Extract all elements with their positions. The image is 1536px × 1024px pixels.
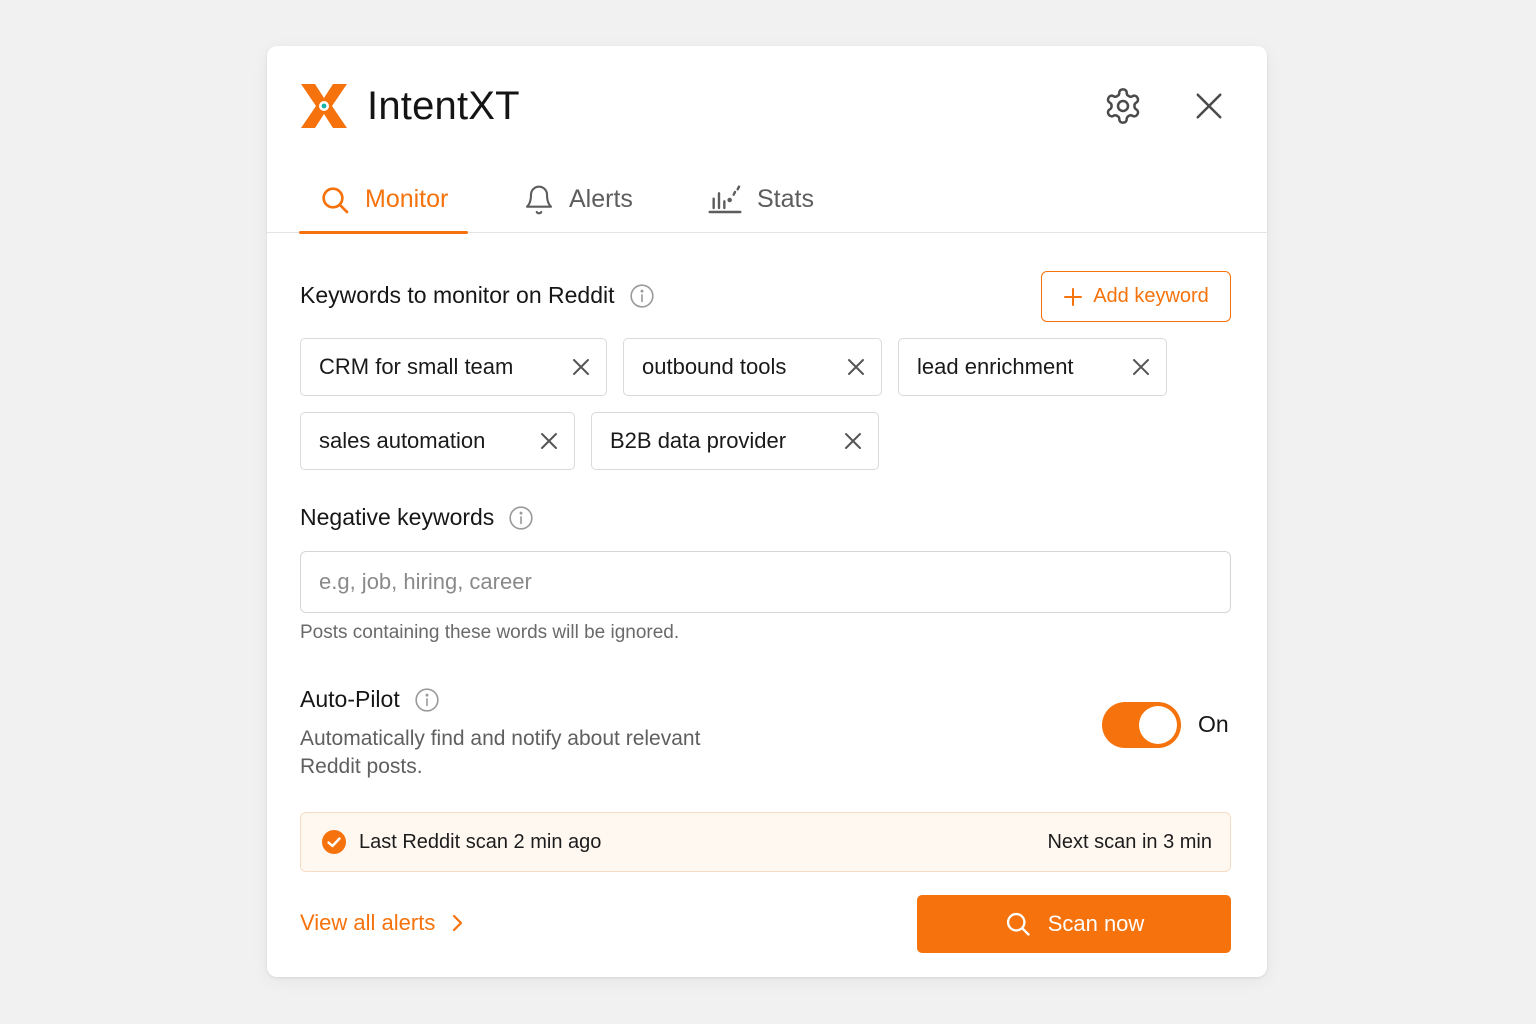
info-icon[interactable] [508,505,534,531]
tab-label: Monitor [365,185,449,213]
panel-header: IntentXT [299,78,1231,134]
tab-bar: Monitor Alerts Stats [267,166,1267,234]
last-scan-text: Last Reddit scan 2 min ago [359,830,602,853]
autopilot-state-label: On [1198,711,1229,737]
chevron-right-icon [451,914,463,932]
info-icon[interactable] [414,687,440,713]
negative-keywords-title: Negative keywords [300,504,495,530]
keyword-chip-label: sales automation [319,428,486,453]
keyword-chip-label: B2B data provider [610,428,787,453]
scan-status-bar: Last Reddit scan 2 min ago Next scan in … [300,812,1231,872]
chart-icon [707,184,743,216]
view-all-alerts-link[interactable]: View all alerts [300,910,463,936]
tab-label: Alerts [569,185,633,213]
keyword-chip-label: CRM for small team [319,354,514,379]
keyword-chip-label: lead enrichment [917,354,1074,379]
tab-monitor[interactable]: Monitor [298,166,469,234]
remove-keyword-icon[interactable] [540,432,558,450]
negative-keywords-input[interactable] [300,551,1231,613]
close-icon [1196,93,1222,119]
tab-label: Stats [757,185,814,213]
view-all-alerts-label: View all alerts [300,910,436,935]
keyword-chips: CRM for small team outbound tools lead e… [300,338,1240,486]
gear-icon [1106,88,1140,124]
scan-now-button[interactable]: Scan now [917,895,1231,953]
negative-keywords-heading: Negative keywords [300,504,534,531]
scan-now-label: Scan now [1047,911,1145,936]
remove-keyword-icon[interactable] [1132,358,1150,376]
chip-row: CRM for small team outbound tools lead e… [300,338,1240,396]
keyword-chip-label: outbound tools [642,354,787,379]
autopilot-description: Automatically find and notify about rele… [300,727,701,778]
monitor-panel: IntentXT Monitor Alerts Stats Keywords t… [267,46,1267,977]
remove-keyword-icon[interactable] [847,358,865,376]
remove-keyword-icon[interactable] [844,432,862,450]
remove-keyword-icon[interactable] [572,358,590,376]
keyword-chip: B2B data provider [591,412,879,470]
app-title: IntentXT [367,83,520,128]
autopilot-heading: Auto-Pilot [300,686,440,713]
tab-alerts[interactable]: Alerts [523,166,633,233]
keywords-heading: Keywords to monitor on Reddit [300,282,655,309]
close-button[interactable] [1187,84,1231,128]
add-keyword-label: Add keyword [1093,285,1209,307]
search-icon [319,184,351,216]
keyword-chip: sales automation [300,412,575,470]
keyword-chip: lead enrichment [898,338,1167,396]
info-icon[interactable] [629,283,655,309]
tab-stats[interactable]: Stats [707,166,814,233]
autopilot-toggle[interactable] [1102,702,1181,748]
settings-button[interactable] [1101,84,1145,128]
header-actions [1101,84,1231,128]
keyword-chip: CRM for small team [300,338,607,396]
chip-row: sales automation B2B data provider [300,412,1240,470]
bell-icon [523,184,555,216]
search-icon [1004,910,1032,938]
negative-keywords-helper: Posts containing these words will be ign… [300,622,680,643]
toggle-knob [1139,706,1177,744]
add-keyword-button[interactable]: Add keyword [1041,271,1231,322]
next-scan-text: Next scan in 3 min [1047,830,1212,853]
intentxt-logo [301,84,347,128]
check-circle-icon [321,829,347,855]
autopilot-title: Auto-Pilot [300,686,400,712]
keywords-title: Keywords to monitor on Reddit [300,282,615,308]
keyword-chip: outbound tools [623,338,882,396]
plus-icon [1063,287,1083,307]
